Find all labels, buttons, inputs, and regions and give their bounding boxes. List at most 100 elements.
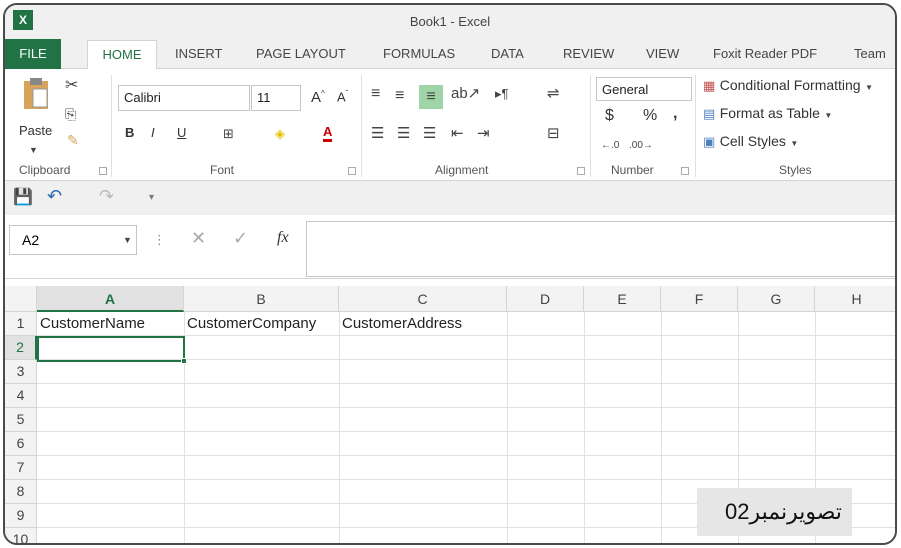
align-middle-icon[interactable]: ≡ bbox=[395, 87, 404, 105]
copy-icon[interactable]: ⎘ bbox=[65, 105, 76, 123]
cut-icon[interactable]: ✂ bbox=[65, 77, 78, 95]
cancel-icon[interactable]: ✕ bbox=[191, 229, 206, 247]
indent-direction-icon[interactable]: ▸¶ bbox=[495, 85, 509, 103]
number-group-label: Number bbox=[611, 163, 654, 177]
row-header-10[interactable]: 10 bbox=[5, 528, 37, 543]
table-row bbox=[37, 384, 895, 408]
align-right-icon[interactable]: ☰ bbox=[423, 125, 436, 143]
borders-icon[interactable]: ⊞ bbox=[223, 125, 234, 143]
align-top-icon[interactable]: ≡ bbox=[371, 85, 380, 103]
tab-foxit-reader-pdf[interactable]: Foxit Reader PDF bbox=[713, 46, 817, 61]
increase-decimal-icon[interactable]: ←.0 bbox=[601, 137, 619, 155]
tab-team[interactable]: Team bbox=[854, 46, 886, 61]
column-header-c[interactable]: C bbox=[339, 286, 507, 312]
column-header-f[interactable]: F bbox=[661, 286, 738, 312]
align-bottom-icon[interactable]: ≡ bbox=[419, 85, 443, 109]
number-launcher-icon[interactable] bbox=[681, 167, 689, 175]
more-options-icon: ⋮ bbox=[153, 232, 166, 247]
paste-button[interactable]: Paste ▼ bbox=[15, 75, 55, 155]
font-name-select[interactable]: Calibri bbox=[118, 85, 250, 111]
conditional-formatting-label: Conditional Formatting bbox=[719, 77, 861, 93]
column-gridline bbox=[584, 312, 585, 543]
tab-file[interactable]: FILE bbox=[5, 39, 61, 69]
decrease-decimal-icon[interactable]: .00→ bbox=[629, 137, 653, 155]
font-size-select[interactable]: 11 bbox=[251, 85, 301, 111]
conditional-formatting-button[interactable]: ▦ Conditional Formatting ▼ bbox=[703, 77, 873, 99]
tab-formulas[interactable]: FORMULAS bbox=[383, 46, 455, 61]
italic-button[interactable]: I bbox=[151, 125, 155, 140]
name-box[interactable]: A2 bbox=[9, 225, 137, 255]
save-icon[interactable]: 💾 bbox=[13, 189, 33, 207]
format-as-table-button[interactable]: ▤ Format as Table ▼ bbox=[703, 105, 832, 127]
styles-group-label: Styles bbox=[779, 163, 812, 177]
column-header-d[interactable]: D bbox=[507, 286, 584, 312]
cell-styles-label: Cell Styles bbox=[719, 133, 786, 149]
select-all-corner[interactable] bbox=[5, 286, 37, 312]
clipboard-group-label: Clipboard bbox=[19, 163, 71, 177]
enter-icon[interactable]: ✓ bbox=[233, 229, 248, 247]
tab-review[interactable]: REVIEW bbox=[563, 46, 614, 61]
ribbon: Paste ▼ ✂ ⎘ ✎ Clipboard Calibri 11 A^ Aˇ… bbox=[5, 69, 895, 181]
increase-indent-icon[interactable]: ⇥ bbox=[477, 125, 490, 143]
font-color-button[interactable]: A bbox=[323, 124, 333, 142]
row-header-9[interactable]: 9 bbox=[5, 504, 37, 528]
column-header-b[interactable]: B bbox=[184, 286, 339, 312]
row-header-5[interactable]: 5 bbox=[5, 408, 37, 432]
cell-styles-icon: ▣ bbox=[703, 134, 716, 149]
formula-input[interactable] bbox=[306, 221, 895, 277]
column-header-g[interactable]: G bbox=[738, 286, 815, 312]
fill-handle[interactable] bbox=[181, 358, 187, 364]
currency-button[interactable]: $ bbox=[605, 107, 614, 125]
tab-view[interactable]: VIEW bbox=[646, 46, 679, 61]
tab-data[interactable]: DATA bbox=[491, 46, 524, 61]
ribbon-tabs: FILE HOME INSERT PAGE LAYOUT FORMULAS DA… bbox=[5, 39, 895, 70]
format-painter-icon[interactable]: ✎ bbox=[67, 131, 79, 149]
align-left-icon[interactable]: ☰ bbox=[371, 125, 384, 143]
row-header-1[interactable]: 1 bbox=[5, 312, 37, 336]
active-cell-a2[interactable] bbox=[37, 336, 185, 362]
font-launcher-icon[interactable] bbox=[348, 167, 356, 175]
alignment-group-label: Alignment bbox=[435, 163, 489, 177]
column-gridline bbox=[507, 312, 508, 543]
cell-a1[interactable]: CustomerName bbox=[38, 312, 145, 336]
decrease-font-icon[interactable]: Aˇ bbox=[337, 89, 348, 104]
fill-color-icon[interactable]: ◈ bbox=[275, 125, 285, 143]
row-header-2[interactable]: 2 bbox=[5, 336, 37, 360]
formula-bar: A2 ▼ ⋮ ✕ ✓ fx bbox=[5, 215, 895, 279]
column-header-a[interactable]: A bbox=[37, 286, 184, 312]
format-as-table-icon: ▤ bbox=[703, 106, 716, 121]
merge-center-icon[interactable]: ⊟ bbox=[547, 125, 560, 143]
percent-button[interactable]: % bbox=[643, 107, 657, 125]
underline-button[interactable]: U bbox=[177, 125, 186, 140]
comma-button[interactable]: , bbox=[673, 105, 677, 123]
customize-qat-icon[interactable]: ▾ bbox=[149, 189, 154, 207]
column-header-h[interactable]: H bbox=[815, 286, 895, 312]
row-header-3[interactable]: 3 bbox=[5, 360, 37, 384]
increase-font-icon[interactable]: A^ bbox=[311, 89, 325, 106]
cell-c1[interactable]: CustomerAddress bbox=[340, 312, 462, 336]
chevron-down-icon[interactable]: ▼ bbox=[123, 231, 132, 249]
undo-icon[interactable]: ↶ bbox=[47, 187, 62, 205]
tab-page-layout[interactable]: PAGE LAYOUT bbox=[256, 46, 346, 61]
cell-b1[interactable]: CustomerCompany bbox=[185, 312, 316, 336]
orientation-icon[interactable]: ab↗ bbox=[451, 85, 480, 103]
cell-styles-button[interactable]: ▣ Cell Styles ▼ bbox=[703, 133, 798, 155]
clipboard-launcher-icon[interactable] bbox=[99, 167, 107, 175]
decrease-indent-icon[interactable]: ⇤ bbox=[451, 125, 464, 143]
row-header-6[interactable]: 6 bbox=[5, 432, 37, 456]
insert-function-icon[interactable]: fx bbox=[277, 229, 289, 247]
divider bbox=[111, 75, 112, 177]
tab-insert[interactable]: INSERT bbox=[175, 46, 222, 61]
redo-icon[interactable]: ↷ bbox=[99, 187, 114, 205]
row-header-7[interactable]: 7 bbox=[5, 456, 37, 480]
row-header-8[interactable]: 8 bbox=[5, 480, 37, 504]
number-format-select[interactable]: General bbox=[596, 77, 692, 101]
row-header-4[interactable]: 4 bbox=[5, 384, 37, 408]
bold-button[interactable]: B bbox=[125, 125, 134, 140]
column-gridline bbox=[339, 312, 340, 543]
wrap-text-icon[interactable]: ⇌ bbox=[547, 85, 560, 103]
column-header-e[interactable]: E bbox=[584, 286, 661, 312]
tab-home[interactable]: HOME bbox=[87, 40, 157, 70]
alignment-launcher-icon[interactable] bbox=[577, 167, 585, 175]
align-center-icon[interactable]: ☰ bbox=[397, 125, 410, 143]
